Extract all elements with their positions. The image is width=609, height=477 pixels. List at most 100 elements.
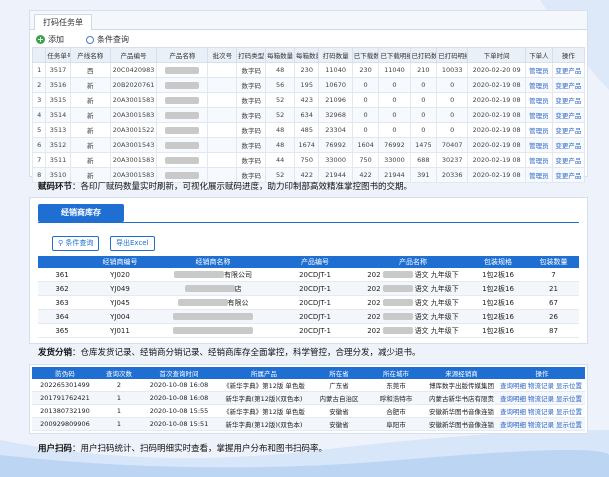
a-cell: 56 — [265, 77, 296, 93]
change-product-link[interactable]: 变更产品 — [551, 167, 586, 183]
header-cell: 任务单号 — [45, 47, 71, 63]
caption-distribution-title: 发货分销 — [38, 348, 73, 358]
line-cell: 新 — [69, 137, 111, 153]
op-link[interactable]: 物流记录 — [528, 421, 554, 429]
line-cell: 新 — [69, 107, 111, 123]
prov-cell: 安徽省 — [310, 404, 368, 418]
product-name-prefix: 202 — [367, 298, 381, 307]
header-cell: 操作 — [499, 367, 585, 379]
header-cell: 产线名称 — [69, 47, 111, 63]
op-link[interactable]: 显示位置 — [556, 421, 582, 429]
product-name-cell — [156, 152, 209, 168]
op-link[interactable]: 查询明细 — [500, 395, 526, 403]
type-cell: 数字码 — [236, 92, 267, 108]
product-name-cell — [156, 62, 209, 78]
batch-cell — [207, 137, 238, 153]
op-link[interactable]: 物流记录 — [528, 382, 554, 390]
user-scan-panel: 防伪码 查询次数 首次查询时间 所属产品 所在省 所在城市 来源经销商 操作 20226530… — [29, 364, 588, 434]
package-qty-cell: 21 — [528, 281, 579, 296]
user-cell: 管理员 — [525, 167, 553, 183]
table-row: 362 YJ049 店 20CDJT-1 202 语文 九年级下 1包2板16 21 — [38, 281, 579, 296]
search-label: 条件查询 — [65, 239, 94, 247]
time-cell: 2020-02-20 09 — [467, 62, 526, 78]
dealer-code-cell: YJ004 — [86, 309, 154, 324]
op-link[interactable]: 查询明细 — [500, 408, 526, 416]
d4-cell: 0 — [436, 107, 469, 123]
change-product-link[interactable]: 变更产品 — [551, 62, 586, 78]
op-link[interactable]: 显示位置 — [556, 408, 582, 416]
header-cell: 每箱数量 — [294, 47, 320, 63]
qty-cell: 76992 — [318, 137, 353, 153]
op-link[interactable]: 物流记录 — [528, 408, 554, 416]
qty-cell: 33000 — [318, 152, 353, 168]
package-spec-cell: 1包2板16 — [468, 309, 528, 324]
change-product-link[interactable]: 变更产品 — [551, 77, 586, 93]
condition-search-button[interactable]: 条件查询 — [86, 34, 129, 45]
dealer-name-cell — [154, 323, 272, 338]
user-cell: 管理员 — [525, 62, 553, 78]
header-cell: 首次查询时间 — [140, 367, 218, 379]
n-cell: 3 — [31, 92, 47, 108]
user-cell: 管理员 — [525, 107, 553, 123]
code-cell: 20A3001543 — [109, 137, 158, 153]
d2-cell: 76992 — [378, 137, 411, 153]
header-cell: 包装数量 — [528, 256, 579, 268]
header-cell: 所在城市 — [368, 367, 424, 379]
export-excel-button[interactable]: 导出Excel — [110, 236, 155, 251]
caption-scan-title: 用户扫码 — [38, 444, 73, 454]
header-cell: 产品编号 — [272, 256, 358, 268]
table-row: 364 YJ004 20CDJT-1 202 语文 九年级下 1包2板16 26 — [38, 309, 579, 324]
id-cell: 3514 — [45, 107, 71, 123]
op-link[interactable]: 查询明细 — [500, 421, 526, 429]
op-link[interactable]: 查询明细 — [500, 382, 526, 390]
redacted-block — [382, 299, 413, 306]
code-cell: 20C0420983 — [109, 62, 158, 78]
operation-cell: 查询明细 物流记录 显示位置 — [499, 379, 585, 392]
redacted-block — [382, 271, 413, 278]
table-row: 1 3517 西 20C0420983 数字码 48 230 11040 230 11040 210… — [31, 62, 586, 78]
qty-cell: 10670 — [318, 77, 353, 93]
a-cell: 48 — [265, 137, 296, 153]
change-product-link[interactable]: 变更产品 — [551, 107, 586, 123]
op-link[interactable]: 显示位置 — [556, 395, 582, 403]
op-link[interactable]: 物流记录 — [528, 395, 554, 403]
d4-cell: 70407 — [436, 137, 469, 153]
count-cell: 1 — [98, 404, 140, 418]
change-product-link[interactable]: 变更产品 — [551, 122, 586, 138]
redacted-block — [382, 313, 413, 320]
d3-cell: 1475 — [409, 137, 438, 153]
op-link[interactable]: 显示位置 — [556, 382, 582, 390]
condition-search-button[interactable]: ⚲ 条件查询 — [52, 236, 100, 251]
change-product-link[interactable]: 变更产品 — [551, 137, 586, 153]
add-button[interactable]: + 添加 — [36, 34, 64, 45]
city-cell: 东莞市 — [368, 379, 424, 392]
prov-cell: 广东省 — [310, 379, 368, 392]
grade-text: 语文 九年级下 — [414, 284, 459, 293]
header-cell: 已打码明细 — [436, 47, 469, 63]
line-cell: 新 — [69, 122, 111, 138]
code-cell: 200929809906 — [32, 417, 98, 431]
d4-cell: 10033 — [436, 62, 469, 78]
dealer-name-cell: 有限公司 — [154, 268, 272, 282]
dealer-name-cell — [154, 309, 272, 324]
change-product-link[interactable]: 变更产品 — [551, 92, 586, 108]
product-name-cell: 202 语文 九年级下 — [358, 309, 468, 324]
header-cell: 产品编号 — [109, 47, 158, 63]
inventory-table: 经销商编号 经销商名称 产品编号 产品名称 包装规格 包装数量 361 YJ020 有限公司 2… — [38, 256, 579, 338]
prov-cell: 内蒙古自治区 — [310, 391, 368, 405]
header-cell: 所在省 — [310, 367, 368, 379]
code-cell: 20A3001583 — [109, 107, 158, 123]
dealer-cell: 博库数字出版传媒集团 — [424, 379, 499, 392]
package-spec-cell: 1包2板16 — [468, 268, 528, 282]
header-cell: 来源经销商 — [424, 367, 499, 379]
package-qty-cell: 87 — [528, 323, 579, 338]
redacted-block — [382, 285, 413, 292]
b-cell: 230 — [294, 62, 320, 78]
tab-print-task[interactable]: 打码任务单 — [34, 14, 92, 30]
redacted-block — [173, 313, 253, 320]
batch-cell — [207, 107, 238, 123]
type-cell: 数字码 — [236, 122, 267, 138]
change-product-link[interactable]: 变更产品 — [551, 152, 586, 168]
id-cell: 3516 — [45, 77, 71, 93]
product-name-cell: 202 语文 九年级下 — [358, 323, 468, 338]
